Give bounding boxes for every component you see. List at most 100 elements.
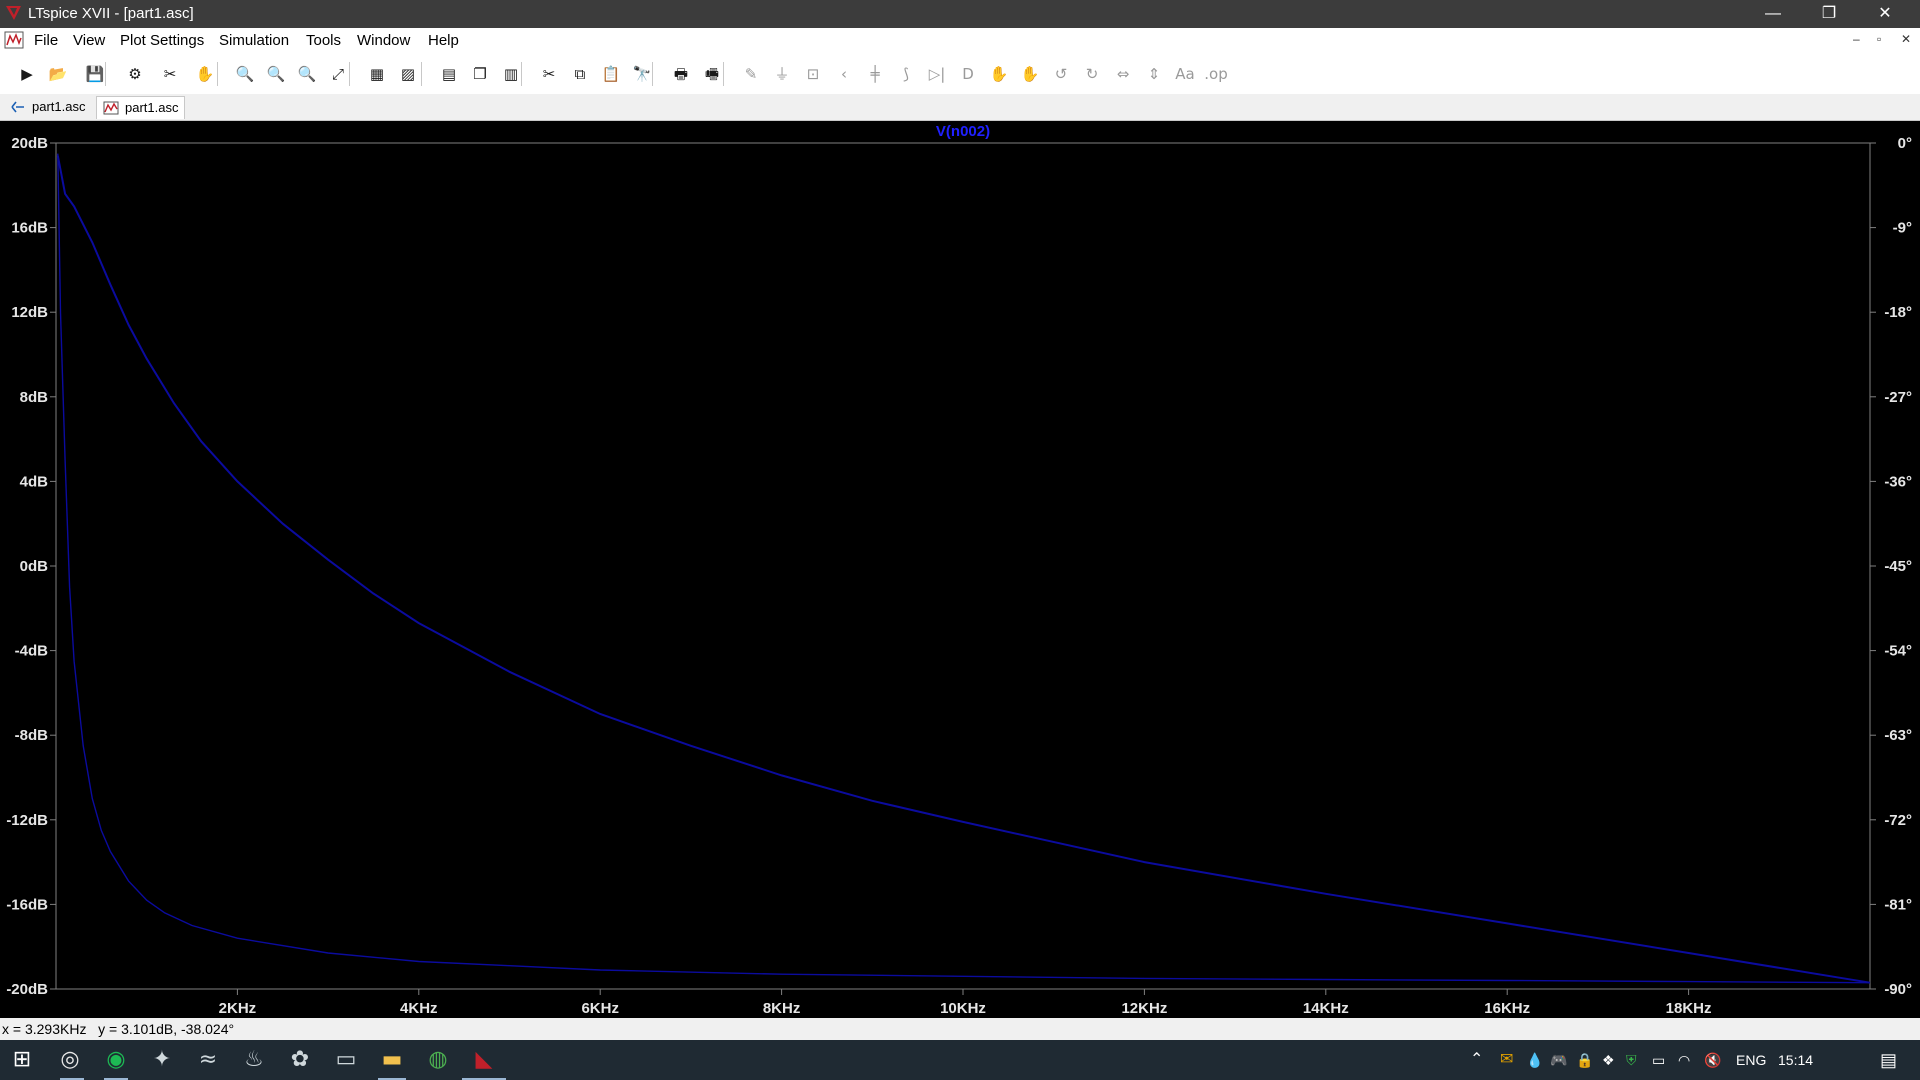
- zoom-in-icon[interactable]: 🔍: [232, 61, 258, 87]
- tile-horizontal-icon[interactable]: ▤: [436, 61, 462, 87]
- tab-waveform[interactable]: part1.asc: [96, 96, 186, 119]
- phase-tick-label: 0°: [1898, 135, 1912, 152]
- phase-tick-label: -72°: [1884, 812, 1912, 829]
- remote-desktop-icon[interactable]: ▭: [332, 1046, 360, 1074]
- tray-volume-icon[interactable]: 🔇: [1704, 1040, 1721, 1080]
- phase-tick-label: -90°: [1884, 981, 1912, 998]
- text-icon[interactable]: Aa: [1172, 61, 1198, 87]
- child-close-button[interactable]: ✕: [1901, 32, 1911, 46]
- drag-icon[interactable]: ✋: [1017, 61, 1043, 87]
- redo-icon[interactable]: ↻: [1079, 61, 1105, 87]
- maximize-button[interactable]: ❐: [1801, 0, 1857, 28]
- pan-hand-icon[interactable]: ✋: [192, 61, 218, 87]
- plot-canvas[interactable]: V(n002) 20dB 16dB 12dB 8dB 4dB 0dB -4dB -8dB -12d…: [0, 121, 1920, 1018]
- child-restore-button[interactable]: ▫: [1877, 32, 1881, 46]
- copy-icon[interactable]: ⧉: [567, 61, 593, 87]
- file-explorer-icon[interactable]: ▬: [378, 1046, 406, 1074]
- phase-tick-label: -54°: [1884, 643, 1912, 660]
- diode-icon[interactable]: ▷|: [924, 61, 950, 87]
- cursor-y: y = 3.101dB, -38.024°: [98, 1021, 235, 1037]
- x-tick-label: 6KHz: [581, 1000, 619, 1017]
- menu-file[interactable]: File: [34, 32, 58, 49]
- spice-directive-icon[interactable]: .op: [1203, 61, 1229, 87]
- y-tick-label: -16dB: [6, 896, 48, 913]
- open-icon[interactable]: 📂: [45, 61, 71, 87]
- menu-simulation[interactable]: Simulation: [219, 32, 289, 49]
- paste-icon[interactable]: 📋: [598, 61, 624, 87]
- zoom-out-icon[interactable]: 🔍: [294, 61, 320, 87]
- cut-icon[interactable]: ✂: [536, 61, 562, 87]
- mirror-icon[interactable]: ⇕: [1141, 61, 1167, 87]
- notifications-icon[interactable]: ▤: [1880, 1040, 1897, 1080]
- run-icon[interactable]: ▶: [14, 61, 40, 87]
- y-tick-label: 12dB: [11, 304, 48, 321]
- x-tick-label: 14KHz: [1303, 1000, 1349, 1017]
- mark-unused-icon[interactable]: ▨: [395, 61, 421, 87]
- tray-discord-icon[interactable]: 🎮: [1550, 1040, 1567, 1080]
- tray-dropbox-icon[interactable]: ❖: [1602, 1040, 1615, 1080]
- toolbar-separator: [105, 62, 106, 86]
- tray-defender-icon[interactable]: ⛨: [1626, 1040, 1637, 1080]
- window-title: LTspice XVII - [part1.asc]: [28, 5, 194, 22]
- ground-icon[interactable]: ⏚: [769, 61, 795, 87]
- menu-tools[interactable]: Tools: [306, 32, 341, 49]
- rotate-icon[interactable]: ⇔: [1110, 61, 1136, 87]
- inductor-icon[interactable]: ⟆: [893, 61, 919, 87]
- tray-language[interactable]: ENG: [1736, 1040, 1766, 1080]
- y-tick-label: 4dB: [20, 473, 49, 490]
- chrome-icon[interactable]: ◎: [56, 1046, 84, 1074]
- wolf-app-icon[interactable]: ≈: [194, 1046, 222, 1074]
- tray-clock[interactable]: 15:14: [1778, 1040, 1813, 1080]
- spotify-icon[interactable]: ◉: [102, 1046, 130, 1074]
- resistor-icon[interactable]: ‹: [831, 61, 857, 87]
- menu-plot-settings[interactable]: Plot Settings: [120, 32, 204, 49]
- close-button[interactable]: ✕: [1857, 0, 1913, 28]
- tray-chevron-icon[interactable]: ⌃: [1470, 1040, 1483, 1080]
- print-preview-icon[interactable]: 🖷: [699, 61, 725, 87]
- steam-icon[interactable]: ♨: [240, 1046, 268, 1074]
- child-minimize-button[interactable]: –: [1853, 32, 1860, 46]
- tab-schematic[interactable]: part1.asc: [4, 96, 91, 118]
- zoom-fit-icon[interactable]: ⤢: [325, 61, 351, 87]
- trace-title[interactable]: V(n002): [936, 123, 990, 140]
- openai-icon[interactable]: ✿: [286, 1046, 314, 1074]
- trace-magnitude[interactable]: [56, 155, 1871, 984]
- x-tick-label: 12KHz: [1121, 1000, 1167, 1017]
- capacitor-icon[interactable]: ╪: [862, 61, 888, 87]
- control-panel-icon[interactable]: ⚙: [122, 61, 148, 87]
- tab-label: part1.asc: [32, 99, 86, 114]
- green-app-icon[interactable]: ◍: [424, 1046, 452, 1074]
- menu-window[interactable]: Window: [357, 32, 410, 49]
- document-tabs: part1.asc part1.asc: [0, 94, 1920, 121]
- label-net-icon[interactable]: ⊡: [800, 61, 826, 87]
- tray-drop-icon[interactable]: 💧: [1526, 1040, 1543, 1080]
- ltspice-taskbar-icon[interactable]: ◣: [470, 1046, 498, 1074]
- tray-lock-icon[interactable]: 🔒: [1576, 1040, 1593, 1080]
- waveform-window-icon[interactable]: [4, 30, 24, 50]
- y-tick-label: -20dB: [6, 981, 48, 998]
- x-tick-label: 4KHz: [400, 1000, 438, 1017]
- component-icon[interactable]: D: [955, 61, 981, 87]
- phase-tick-label: -36°: [1884, 473, 1912, 490]
- x-tick-label: 18KHz: [1666, 1000, 1712, 1017]
- halt-icon[interactable]: ✂: [157, 61, 183, 87]
- draw-wire-icon[interactable]: ✎: [738, 61, 764, 87]
- menu-view[interactable]: View: [73, 32, 105, 49]
- x-tick-label: 2KHz: [219, 1000, 257, 1017]
- app-bird-icon[interactable]: ✦: [148, 1046, 176, 1074]
- waveform-plot[interactable]: V(n002) 20dB 16dB 12dB 8dB 4dB 0dB -4dB -8dB -12d…: [0, 121, 1920, 1018]
- autorange-icon[interactable]: ▦: [364, 61, 390, 87]
- tray-mail-icon[interactable]: ✉: [1500, 1040, 1513, 1080]
- move-icon[interactable]: ✋: [986, 61, 1012, 87]
- print-icon[interactable]: 🖶: [668, 61, 694, 87]
- tray-wifi-icon[interactable]: ◠: [1678, 1040, 1690, 1080]
- windows-start-icon[interactable]: ⊞: [8, 1046, 36, 1074]
- y-tick-label: 16dB: [11, 220, 48, 237]
- cascade-icon[interactable]: ❐: [467, 61, 493, 87]
- minimize-button[interactable]: —: [1745, 0, 1801, 28]
- menu-help[interactable]: Help: [428, 32, 459, 49]
- undo-icon[interactable]: ↺: [1048, 61, 1074, 87]
- tray-battery-icon[interactable]: ▭: [1652, 1040, 1665, 1080]
- zoom-area-icon[interactable]: 🔍: [263, 61, 289, 87]
- trace-phase[interactable]: [57, 153, 1871, 984]
